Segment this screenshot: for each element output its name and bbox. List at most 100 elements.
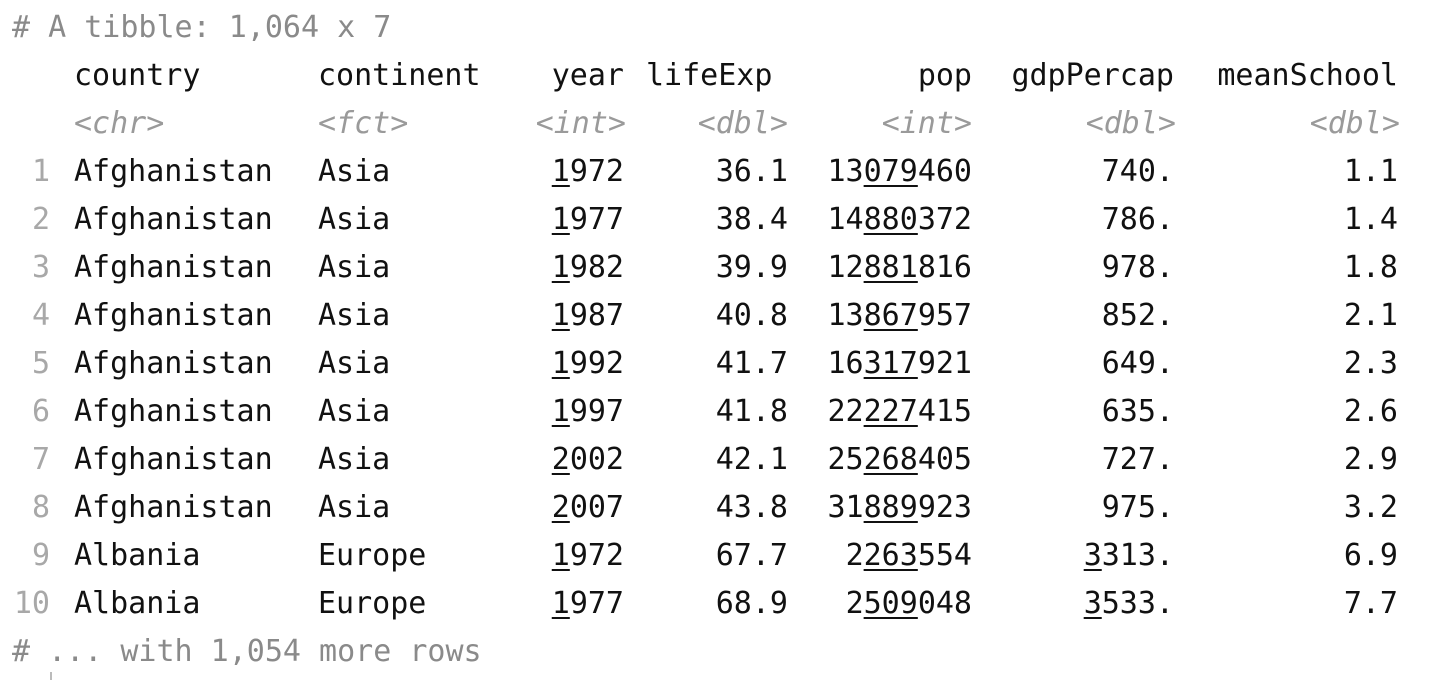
cell-continent: Asia (318, 298, 391, 333)
cell-continent: Asia (318, 250, 391, 285)
cell-country: Afghanistan (74, 394, 273, 429)
cell-lifeExp: 38.4 (715, 202, 788, 237)
column-header-gdpPercap: gdpPercap (1011, 58, 1174, 93)
cell-meanSchool: 1.8 (1343, 250, 1398, 285)
row-index: 7 (31, 442, 50, 477)
row-index: 5 (31, 346, 50, 381)
row-index: 10 (13, 586, 50, 621)
cell-gdpPercap: 727. (1101, 442, 1174, 477)
cell-pop: 13079460 (827, 154, 973, 189)
cell-meanSchool: 6.9 (1343, 538, 1398, 573)
cell-meanSchool: 2.6 (1343, 394, 1398, 429)
row-index: 1 (31, 154, 50, 189)
table-row: 7 Afghanistan Asia 2002 42.1 25268405 727. 2.9 (0, 436, 1452, 484)
cell-meanSchool: 2.1 (1343, 298, 1398, 333)
cell-country: Afghanistan (74, 298, 273, 333)
cell-continent: Asia (318, 202, 391, 237)
column-header-pop: pop (917, 58, 972, 93)
cell-lifeExp: 36.1 (715, 154, 788, 189)
cell-year: 1972 (551, 154, 624, 189)
cell-year: 1982 (551, 250, 624, 285)
column-type-lifeExp: <dbl> (697, 106, 788, 141)
cell-country: Afghanistan (74, 346, 273, 381)
row-index: 8 (31, 490, 50, 525)
cell-pop: 12881816 (827, 250, 973, 285)
table-row: 3 Afghanistan Asia 1982 39.9 12881816 978. 1.8 (0, 244, 1452, 292)
cell-meanSchool: 2.3 (1343, 346, 1398, 381)
cell-country: Afghanistan (74, 202, 273, 237)
column-type-continent: <fct> (318, 106, 409, 141)
cell-country: Albania (74, 538, 201, 573)
cell-country: Afghanistan (74, 250, 273, 285)
column-type-year: <int> (535, 106, 626, 141)
column-type-gdpPercap: <dbl> (1085, 106, 1176, 141)
cell-lifeExp: 40.8 (715, 298, 788, 333)
cell-pop: 16317921 (827, 346, 973, 381)
column-header-continent: continent (318, 58, 481, 93)
cell-pop: 31889923 (827, 490, 973, 525)
column-header-year: year (551, 58, 624, 93)
cell-pop: 14880372 (827, 202, 973, 237)
console-cursor (50, 672, 52, 680)
cell-continent: Asia (318, 154, 391, 189)
cell-gdpPercap: 3313. (1083, 538, 1174, 573)
cell-year: 1972 (551, 538, 624, 573)
cell-gdpPercap: 978. (1101, 250, 1174, 285)
row-index: 4 (31, 298, 50, 333)
cell-meanSchool: 1.4 (1343, 202, 1398, 237)
cell-country: Afghanistan (74, 154, 273, 189)
cell-continent: Asia (318, 490, 391, 525)
cell-pop: 2263554 (845, 538, 972, 573)
cell-gdpPercap: 649. (1101, 346, 1174, 381)
cell-lifeExp: 68.9 (715, 586, 788, 621)
cell-continent: Europe (318, 586, 427, 621)
cell-gdpPercap: 635. (1101, 394, 1174, 429)
table-row: 2 Afghanistan Asia 1977 38.4 14880372 786. 1.4 (0, 196, 1452, 244)
table-row: 8 Afghanistan Asia 2007 43.8 31889923 975. 3.2 (0, 484, 1452, 532)
r-console-output: # A tibble: 1,064 x 7 country continent ye… (0, 0, 1452, 680)
tibble-footer-comment: # ... with 1,054 more rows (12, 634, 482, 669)
cell-continent: Asia (318, 442, 391, 477)
column-header-country: country (74, 58, 201, 93)
column-header-meanSchool: meanSchool (1217, 58, 1398, 93)
cell-pop: 13867957 (827, 298, 973, 333)
cell-pop: 25268405 (827, 442, 973, 477)
row-index: 9 (31, 538, 50, 573)
table-row: 1 Afghanistan Asia 1972 36.1 13079460 740. 1.1 (0, 148, 1452, 196)
cell-meanSchool: 3.2 (1343, 490, 1398, 525)
cell-lifeExp: 41.8 (715, 394, 788, 429)
column-type-pop: <int> (881, 106, 972, 141)
table-row: 6 Afghanistan Asia 1997 41.8 22227415 635. 2.6 (0, 388, 1452, 436)
cell-year: 1977 (551, 586, 624, 621)
cell-gdpPercap: 3533. (1083, 586, 1174, 621)
column-type-row: <chr> <fct> <int> <dbl> <int> <dbl> <dbl> (0, 100, 1452, 148)
column-type-meanSchool: <dbl> (1309, 106, 1400, 141)
cell-year: 2002 (551, 442, 624, 477)
cell-lifeExp: 41.7 (715, 346, 788, 381)
cell-lifeExp: 43.8 (715, 490, 788, 525)
cell-year: 1987 (551, 298, 624, 333)
cell-year: 2007 (551, 490, 624, 525)
cell-pop: 22227415 (827, 394, 973, 429)
cell-country: Afghanistan (74, 490, 273, 525)
cell-meanSchool: 1.1 (1343, 154, 1398, 189)
column-type-country: <chr> (74, 106, 165, 141)
cell-year: 1992 (551, 346, 624, 381)
cell-continent: Asia (318, 346, 391, 381)
cell-continent: Asia (318, 394, 391, 429)
cell-gdpPercap: 852. (1101, 298, 1174, 333)
cell-continent: Europe (318, 538, 427, 573)
cell-gdpPercap: 786. (1101, 202, 1174, 237)
column-header-lifeExp: lifeExp (646, 58, 773, 93)
table-row: 10 Albania Europe 1977 68.9 2509048 3533. 7.7 (0, 580, 1452, 628)
cell-lifeExp: 39.9 (715, 250, 788, 285)
cell-country: Afghanistan (74, 442, 273, 477)
tibble-header-comment: # A tibble: 1,064 x 7 (12, 10, 392, 45)
table-row: 4 Afghanistan Asia 1987 40.8 13867957 852. 2.1 (0, 292, 1452, 340)
row-index: 6 (31, 394, 50, 429)
row-index: 3 (31, 250, 50, 285)
cell-lifeExp: 42.1 (715, 442, 788, 477)
cell-year: 1997 (551, 394, 624, 429)
table-row: 5 Afghanistan Asia 1992 41.7 16317921 649. 2.3 (0, 340, 1452, 388)
cell-gdpPercap: 740. (1101, 154, 1174, 189)
